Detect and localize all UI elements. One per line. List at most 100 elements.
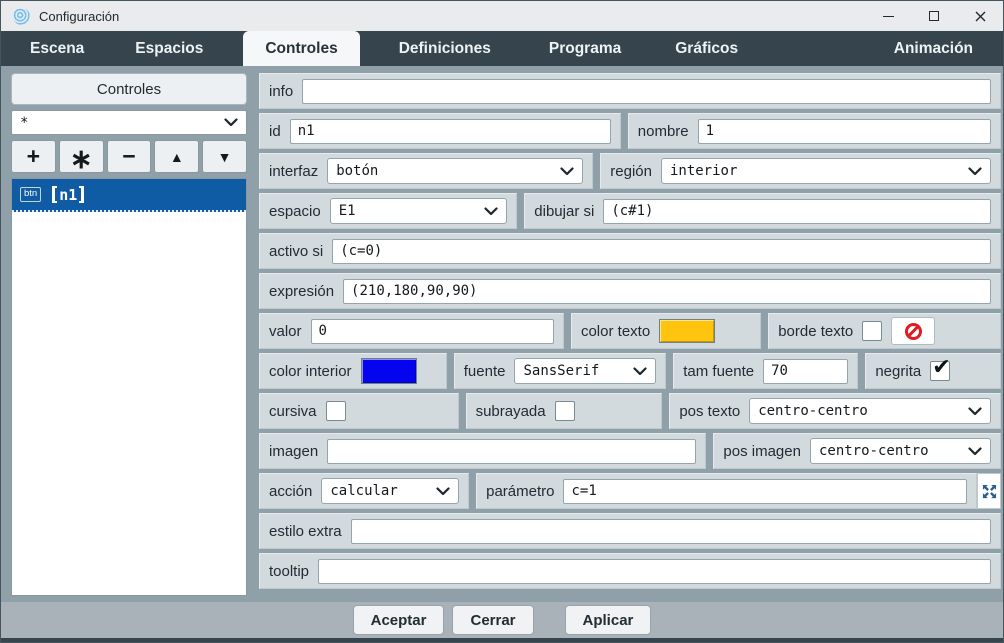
fuente-label: fuente bbox=[463, 362, 506, 380]
close-button[interactable] bbox=[957, 1, 1003, 31]
dibujar-si-input[interactable] bbox=[603, 198, 991, 224]
pos-texto-select[interactable]: centro-centro bbox=[749, 398, 991, 424]
borde-texto-none-button[interactable] bbox=[891, 317, 936, 345]
activo-si-cell: activo si bbox=[259, 233, 1001, 269]
parametro-expand-button[interactable] bbox=[977, 473, 1001, 509]
info-label: info bbox=[269, 82, 294, 100]
cerrar-button[interactable]: Cerrar bbox=[452, 605, 534, 635]
imagen-label: imagen bbox=[269, 442, 319, 460]
color-interior-cell: color interior bbox=[259, 353, 447, 389]
minimize-icon bbox=[882, 15, 894, 17]
aplicar-button[interactable]: Aplicar bbox=[564, 605, 652, 635]
negrita-checkbox[interactable]: ✔ bbox=[930, 355, 951, 381]
controls-panel-header: Controles bbox=[11, 73, 247, 105]
control-type-badge: btn bbox=[20, 187, 42, 202]
valor-cell: valor bbox=[259, 313, 564, 349]
tam-fuente-cell: tam fuente bbox=[673, 353, 859, 389]
interfaz-select[interactable]: botón bbox=[327, 158, 584, 184]
pos-imagen-select[interactable]: centro-centro bbox=[809, 438, 991, 464]
add-control-button[interactable]: + bbox=[11, 140, 56, 173]
controls-filter-value: * bbox=[20, 114, 29, 131]
tooltip-input[interactable] bbox=[318, 558, 991, 584]
region-select[interactable]: interior bbox=[660, 158, 991, 184]
id-label: id bbox=[269, 122, 281, 140]
controls-filter-select[interactable]: * bbox=[11, 110, 247, 135]
subrayada-label: subrayada bbox=[475, 402, 546, 420]
window-title: Configuración bbox=[39, 8, 120, 24]
pos-texto-cell: pos texto centro-centro bbox=[669, 393, 1001, 429]
espacio-label: espacio bbox=[269, 202, 321, 220]
nombre-cell: nombre bbox=[627, 113, 1001, 149]
tam-fuente-label: tam fuente bbox=[683, 362, 755, 380]
info-cell: info bbox=[259, 73, 1001, 109]
list-item-label: n1 bbox=[52, 186, 85, 204]
triangle-down-icon: ▼ bbox=[217, 148, 232, 165]
color-interior-swatch[interactable] bbox=[360, 358, 417, 384]
list-item-n1[interactable]: btn n1 bbox=[12, 179, 246, 212]
info-input[interactable] bbox=[302, 78, 991, 104]
chevron-down-icon bbox=[484, 206, 498, 216]
estilo-extra-cell: estilo extra bbox=[259, 513, 1001, 549]
dibujar-si-label: dibujar si bbox=[534, 202, 595, 220]
tab-espacios[interactable]: Espacios bbox=[133, 31, 205, 66]
move-up-button[interactable]: ▲ bbox=[154, 140, 200, 173]
tab-controles[interactable]: Controles bbox=[243, 31, 360, 66]
pos-imagen-cell: pos imagen centro-centro bbox=[713, 433, 1001, 469]
valor-input[interactable] bbox=[310, 318, 554, 344]
pos-texto-label: pos texto bbox=[679, 402, 741, 420]
plus-icon: + bbox=[26, 143, 41, 169]
espacio-select[interactable]: E1 bbox=[329, 198, 508, 224]
cursiva-checkbox[interactable] bbox=[325, 401, 346, 421]
region-cell: región interior bbox=[600, 153, 1001, 189]
tam-fuente-input[interactable] bbox=[763, 358, 849, 384]
id-input[interactable] bbox=[289, 118, 611, 144]
right-bracket-icon bbox=[79, 186, 85, 203]
color-texto-swatch[interactable] bbox=[659, 319, 716, 343]
parametro-input[interactable] bbox=[563, 478, 967, 504]
imagen-cell: imagen bbox=[259, 433, 707, 469]
maximize-button[interactable] bbox=[911, 1, 957, 31]
activo-si-input[interactable] bbox=[332, 238, 991, 264]
accion-cell: acción calcular bbox=[259, 473, 470, 509]
estilo-extra-input[interactable] bbox=[350, 518, 991, 544]
asterisk-icon: ∗ bbox=[69, 144, 93, 174]
expresion-cell: expresión bbox=[259, 273, 1001, 309]
color-interior-label: color interior bbox=[269, 362, 352, 380]
fuente-select[interactable]: SansSerif bbox=[514, 358, 657, 384]
cursiva-cell: cursiva bbox=[259, 393, 459, 429]
close-icon bbox=[975, 11, 985, 21]
no-sign-icon bbox=[904, 322, 922, 340]
borde-texto-checkbox[interactable] bbox=[862, 321, 883, 341]
accion-select[interactable]: calcular bbox=[321, 478, 460, 504]
tab-programa[interactable]: Programa bbox=[547, 31, 623, 66]
imagen-input[interactable] bbox=[327, 438, 697, 464]
tab-escena[interactable]: Escena bbox=[28, 31, 86, 66]
controls-list: btn n1 bbox=[11, 178, 247, 596]
interfaz-label: interfaz bbox=[269, 162, 319, 180]
expresion-input[interactable] bbox=[343, 278, 991, 304]
tab-graficos[interactable]: Gráficos bbox=[673, 31, 740, 66]
estilo-extra-label: estilo extra bbox=[269, 522, 342, 540]
expresion-label: expresión bbox=[269, 282, 335, 300]
tab-definiciones[interactable]: Definiciones bbox=[397, 31, 493, 66]
subrayada-checkbox[interactable] bbox=[554, 401, 575, 421]
cursiva-label: cursiva bbox=[269, 402, 317, 420]
aceptar-button[interactable]: Aceptar bbox=[352, 605, 445, 635]
chevron-down-icon bbox=[968, 166, 982, 176]
color-texto-cell: color texto bbox=[570, 313, 762, 349]
negrita-cell: negrita ✔ bbox=[865, 353, 1001, 389]
subrayada-cell: subrayada bbox=[465, 393, 663, 429]
tab-animacion[interactable]: Animación bbox=[892, 31, 975, 66]
chevron-down-icon bbox=[436, 486, 450, 496]
dibujar-si-cell: dibujar si bbox=[524, 193, 1001, 229]
remove-control-button[interactable]: − bbox=[106, 140, 152, 173]
minimize-button[interactable] bbox=[865, 1, 911, 31]
clone-control-button[interactable]: ∗ bbox=[58, 140, 104, 174]
control-properties-form: info id nombre interfaz botón bbox=[259, 73, 1001, 593]
fuente-cell: fuente SansSerif bbox=[453, 353, 667, 389]
pos-imagen-label: pos imagen bbox=[723, 442, 801, 460]
nombre-input[interactable] bbox=[697, 118, 991, 144]
chevron-down-icon bbox=[224, 118, 238, 127]
move-down-button[interactable]: ▼ bbox=[202, 140, 247, 173]
tooltip-label: tooltip bbox=[269, 562, 310, 580]
